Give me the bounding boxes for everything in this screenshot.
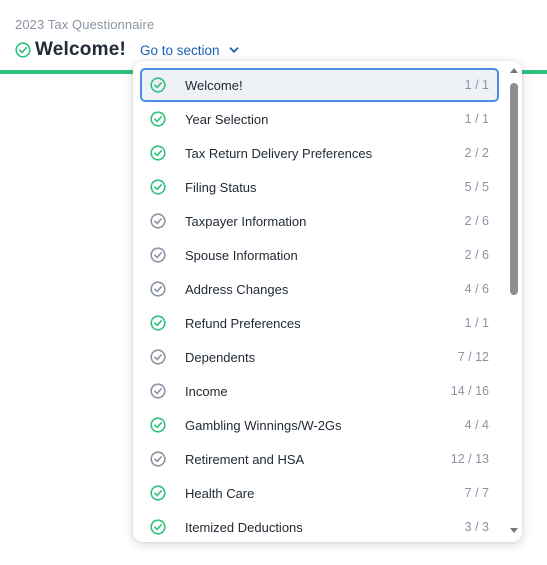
section-item[interactable]: Itemized Deductions 3 / 3 [140,510,499,542]
title-row: Welcome! Go to section [15,37,547,63]
section-item[interactable]: Spouse Information 2 / 6 [140,238,499,272]
section-label: Dependents [185,349,256,365]
section-label: Year Selection [185,111,269,127]
check-circle-icon [150,247,166,263]
section-progress-count: 4 / 4 [464,418,489,432]
section-list: Welcome! 1 / 1 Year Selection 1 / 1 Tax Retu… [140,68,499,542]
scrollbar[interactable] [506,61,522,542]
chevron-down-icon [228,44,240,56]
scroll-up-arrow-icon[interactable] [510,68,518,73]
section-progress-count: 1 / 1 [464,78,489,92]
check-circle-icon [15,42,31,58]
section-item[interactable]: Retirement and HSA 12 / 13 [140,442,499,476]
section-label: Retirement and HSA [185,451,305,467]
section-item[interactable]: Filing Status 5 / 5 [140,170,499,204]
section-item[interactable]: Dependents 7 / 12 [140,340,499,374]
scroll-thumb[interactable] [510,83,518,295]
section-item[interactable]: Address Changes 4 / 6 [140,272,499,306]
check-circle-icon [150,485,166,501]
section-progress-count: 2 / 6 [464,248,489,262]
section-progress-count: 3 / 3 [464,520,489,534]
section-label: Welcome! [185,77,243,93]
section-label: Itemized Deductions [185,519,303,535]
check-circle-icon [150,383,166,399]
section-progress-count: 12 / 13 [450,452,489,466]
section-progress-count: 14 / 16 [450,384,489,398]
section-item[interactable]: Welcome! 1 / 1 [140,68,499,102]
section-progress-count: 1 / 1 [464,316,489,330]
go-to-section-button[interactable]: Go to section [140,43,240,58]
section-label: Filing Status [185,179,257,195]
check-circle-icon [150,417,166,433]
check-circle-icon [150,349,166,365]
check-circle-icon [150,145,166,161]
section-item[interactable]: Income 14 / 16 [140,374,499,408]
page-title: Welcome! [35,39,126,60]
check-circle-icon [150,451,166,467]
section-item[interactable]: Gambling Winnings/W-2Gs 4 / 4 [140,408,499,442]
section-progress-count: 7 / 12 [457,350,489,364]
section-label: Spouse Information [185,247,298,263]
check-circle-icon [150,213,166,229]
section-label: Taxpayer Information [185,213,307,229]
section-item[interactable]: Year Selection 1 / 1 [140,102,499,136]
check-circle-icon [150,77,166,93]
header: 2023 Tax Questionnaire Welcome! Go to se… [15,16,547,63]
go-to-section-label: Go to section [140,42,220,58]
section-item[interactable]: Refund Preferences 1 / 1 [140,306,499,340]
questionnaire-page: 2023 Tax Questionnaire Welcome! Go to se… [0,0,547,565]
section-progress-count: 2 / 2 [464,146,489,160]
section-label: Address Changes [185,281,289,297]
section-progress-count: 1 / 1 [464,112,489,126]
section-progress-count: 7 / 7 [464,486,489,500]
section-item[interactable]: Tax Return Delivery Preferences 2 / 2 [140,136,499,170]
check-circle-icon [150,111,166,127]
section-item[interactable]: Taxpayer Information 2 / 6 [140,204,499,238]
check-circle-icon [150,281,166,297]
section-label: Gambling Winnings/W-2Gs [185,417,342,433]
check-circle-icon [150,315,166,331]
check-circle-icon [150,519,166,535]
check-circle-icon [150,179,166,195]
section-label: Tax Return Delivery Preferences [185,145,373,161]
section-progress-count: 5 / 5 [464,180,489,194]
scroll-down-arrow-icon[interactable] [510,528,518,533]
section-dropdown: Welcome! 1 / 1 Year Selection 1 / 1 Tax Retu… [133,61,522,542]
questionnaire-title: 2023 Tax Questionnaire [15,17,155,32]
section-progress-count: 2 / 6 [464,214,489,228]
section-item[interactable]: Health Care 7 / 7 [140,476,499,510]
section-progress-count: 4 / 6 [464,282,489,296]
section-label: Health Care [185,485,255,501]
section-label: Refund Preferences [185,315,301,331]
section-label: Income [185,383,228,399]
